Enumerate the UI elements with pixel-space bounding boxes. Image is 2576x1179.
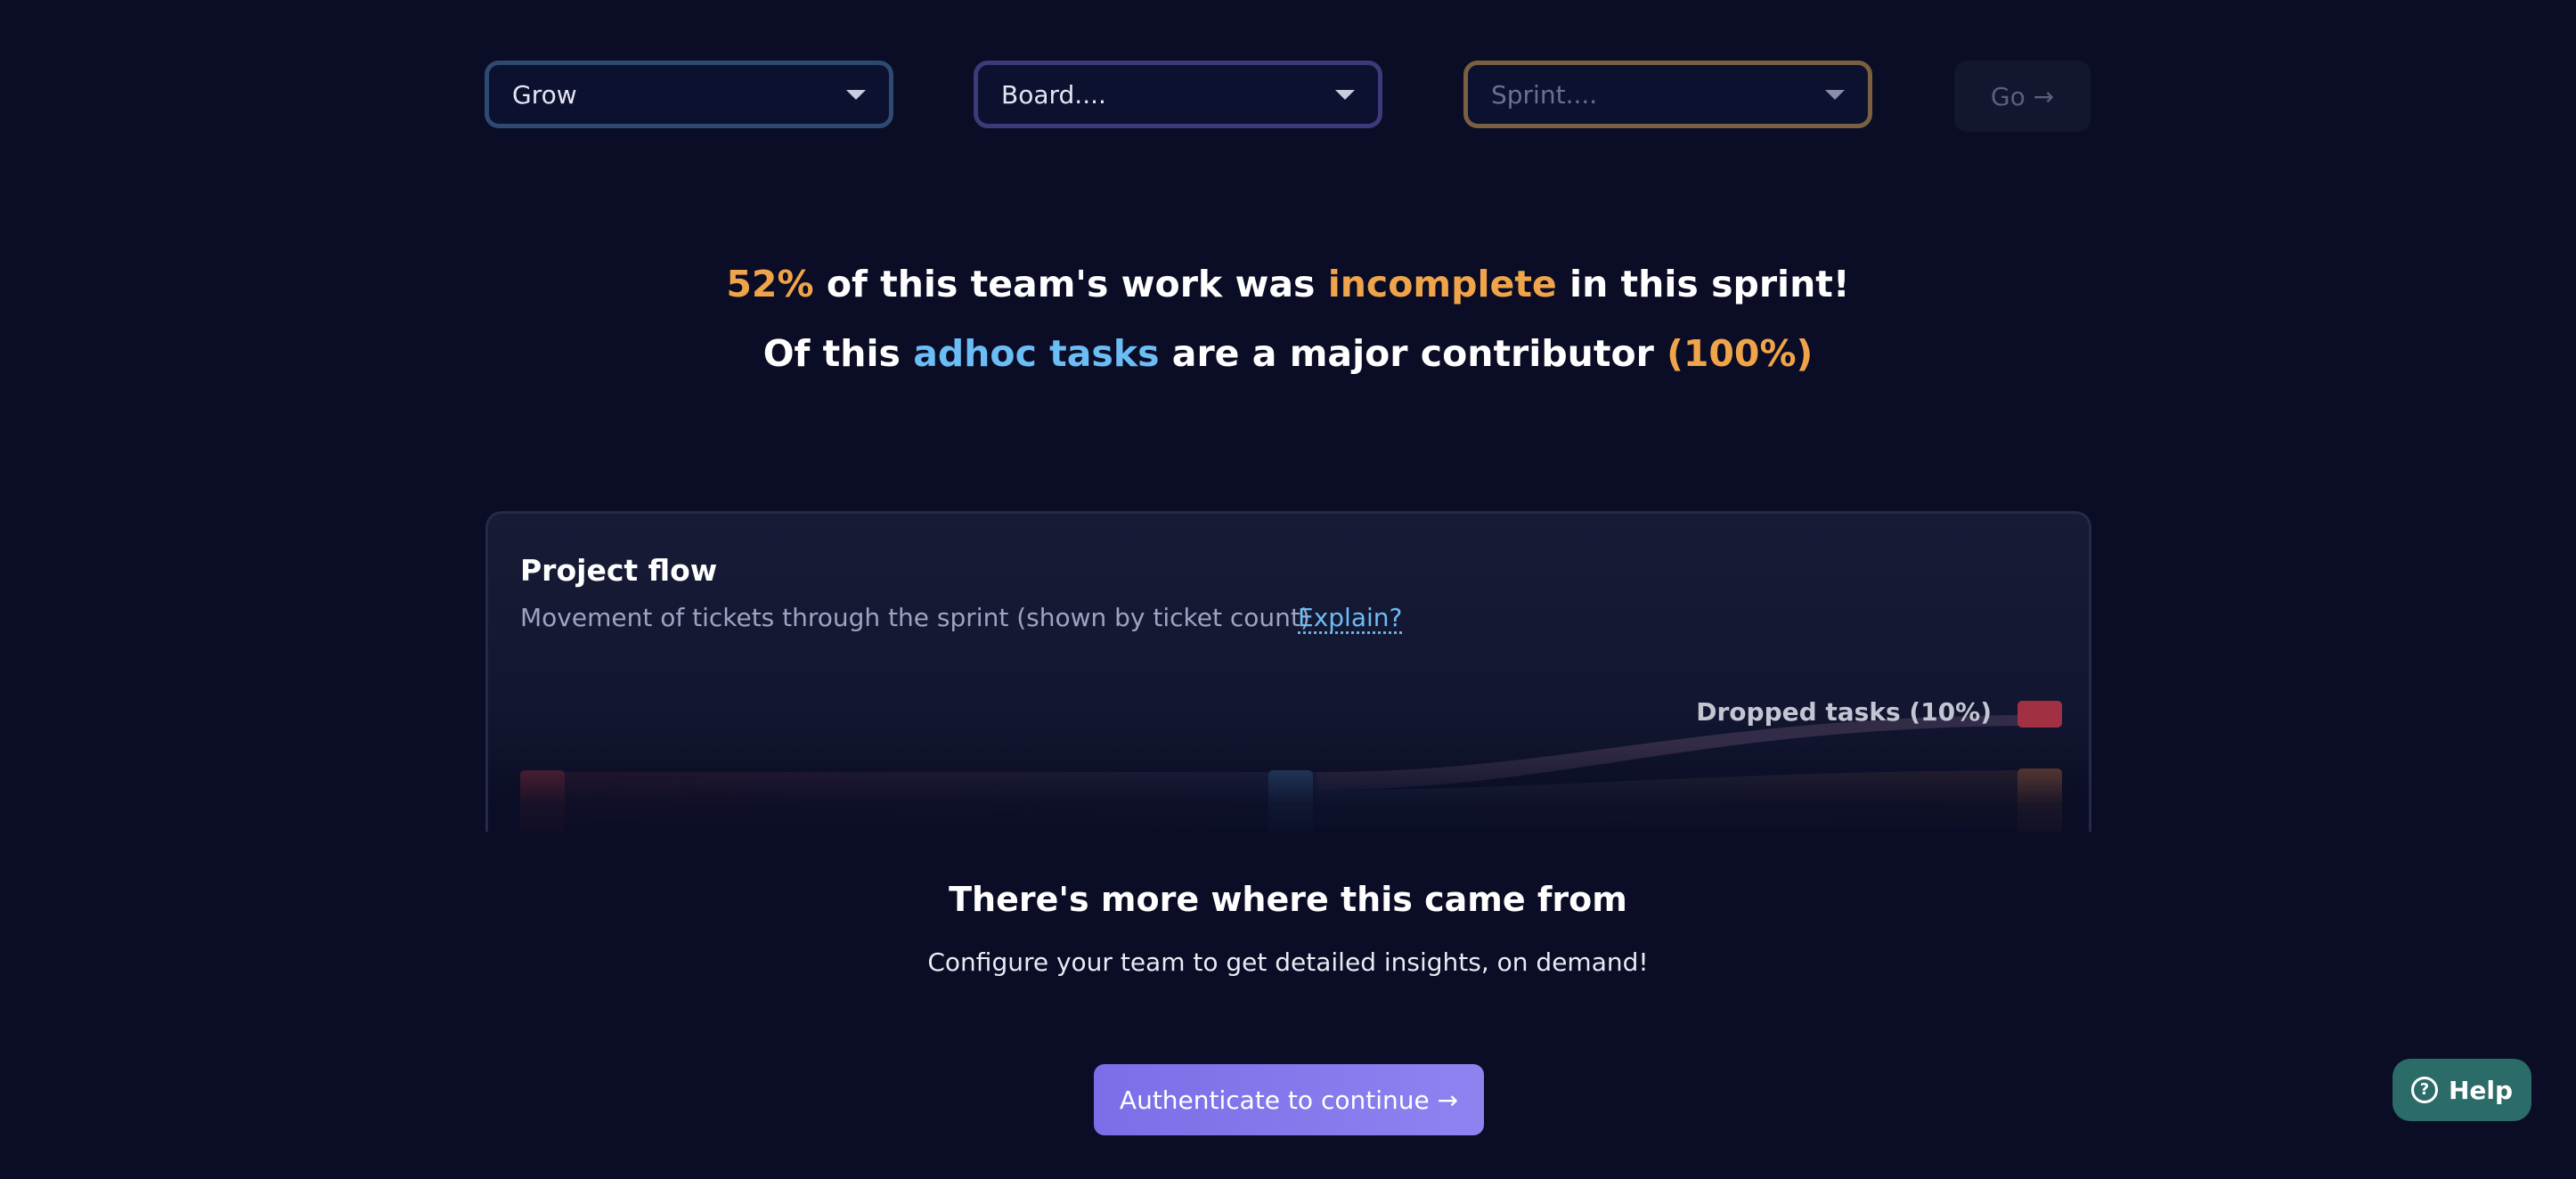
go-button[interactable]: Go →	[1954, 61, 2091, 132]
team-select-value: Grow	[512, 79, 577, 110]
board-select[interactable]: Board....	[974, 61, 1382, 128]
more-title: There's more where this came from	[949, 880, 1627, 919]
contributor-percent: (100%)	[1667, 332, 1814, 375]
question-circle-icon: ?	[2410, 1077, 2438, 1103]
headline-text: in this sprint!	[1569, 263, 1850, 305]
sprint-select-placeholder: Sprint....	[1491, 79, 1598, 110]
board-select-value: Board....	[1001, 79, 1106, 110]
dropped-tasks-label: Dropped tasks (10%)	[1696, 697, 1992, 727]
headline-text: are a major contributor	[1171, 332, 1654, 375]
headline-contributor: Of this adhoc tasks are a major contribu…	[0, 332, 2576, 375]
authenticate-button[interactable]: Authenticate to continue →	[1094, 1064, 1484, 1135]
more-subtitle: Configure your team to get detailed insi…	[927, 947, 1649, 977]
chevron-down-icon	[1825, 90, 1845, 100]
flow-node-dropped	[2018, 701, 2062, 728]
sprint-select[interactable]: Sprint....	[1463, 61, 1872, 128]
card-fade-overlay	[488, 745, 2089, 832]
headline-incomplete: 52% of this team's work was incomplete i…	[0, 263, 2576, 305]
incomplete-keyword: incomplete	[1327, 263, 1557, 305]
explain-link[interactable]: Explain?	[1298, 603, 1402, 632]
page: Grow Board.... Sprint.... Go → 52% of th…	[0, 0, 2576, 1179]
card-subtitle: Movement of tickets through the sprint (…	[520, 603, 1310, 632]
card-title: Project flow	[520, 553, 718, 588]
chevron-down-icon	[846, 90, 866, 100]
headline-text: of this team's work was	[826, 263, 1316, 305]
help-label: Help	[2448, 1075, 2514, 1105]
help-button[interactable]: ? Help	[2393, 1059, 2531, 1121]
headline-text: Of this	[762, 332, 901, 375]
project-flow-card: Project flow Movement of tickets through…	[485, 511, 2091, 832]
contributor-keyword: adhoc tasks	[913, 332, 1160, 375]
incomplete-percent: 52%	[726, 263, 814, 305]
team-select[interactable]: Grow	[485, 61, 893, 128]
chevron-down-icon	[1335, 90, 1355, 100]
